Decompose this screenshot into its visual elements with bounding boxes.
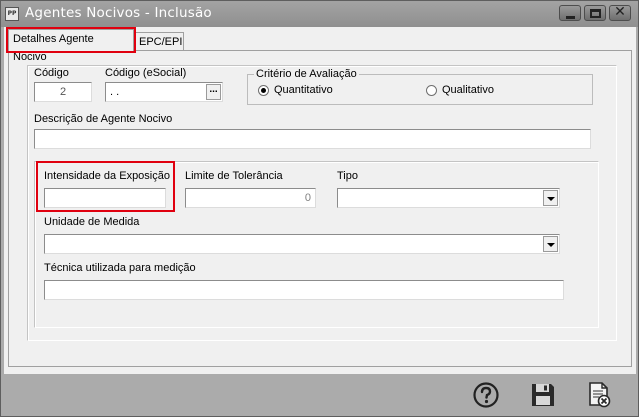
help-button[interactable] — [471, 380, 501, 410]
descricao-field[interactable] — [34, 129, 591, 149]
chevron-down-icon — [547, 243, 555, 247]
chevron-down-icon — [547, 197, 555, 201]
codigo-field[interactable] — [34, 82, 92, 102]
app-icon: PP — [5, 7, 19, 21]
intensidade-label: Intensidade da Exposição — [44, 170, 170, 182]
tipo-select[interactable] — [337, 188, 560, 208]
tab-detalhes-agente-nocivo[interactable]: Detalhes Agente Nocivo — [8, 29, 134, 63]
minimize-icon — [566, 16, 575, 19]
criterio-avaliacao-group: Critério de Avaliação Quantitativo Quali… — [247, 68, 593, 105]
maximize-icon — [590, 9, 601, 18]
unidade-label: Unidade de Medida — [44, 216, 140, 228]
maximize-button[interactable] — [584, 5, 606, 21]
codigo-label: Código — [34, 67, 69, 79]
tab-epc-epi[interactable]: EPC/EPI — [134, 32, 184, 51]
app-window: PP Agentes Nocivos - Inclusão ✕ Detalhes… — [0, 0, 639, 417]
limite-label: Limite de Tolerância — [185, 170, 283, 182]
radio-quantitativo-label[interactable]: Quantitativo — [274, 84, 333, 96]
codigo-esocial-value: . . — [110, 86, 120, 98]
save-button[interactable] — [528, 380, 558, 410]
tipo-label: Tipo — [337, 170, 358, 182]
limite-field[interactable]: 0 — [185, 188, 316, 208]
title-bar[interactable]: PP Agentes Nocivos - Inclusão ✕ — [1, 1, 638, 27]
close-button[interactable]: ✕ — [609, 4, 631, 21]
codigo-esocial-field[interactable]: . . ... — [105, 82, 223, 102]
close-icon: ✕ — [614, 4, 626, 20]
radio-qualitativo[interactable] — [426, 85, 437, 96]
save-icon — [532, 384, 554, 406]
window-title: Agentes Nocivos - Inclusão — [25, 5, 212, 21]
radio-quantitativo[interactable] — [258, 85, 269, 96]
tab-page-detalhes: Código Código (eSocial) . . ... Critério… — [8, 50, 632, 367]
client-area: Detalhes Agente Nocivo EPC/EPI Código Có… — [4, 27, 636, 374]
unidade-select[interactable] — [44, 234, 560, 254]
codigo-esocial-lookup-button[interactable]: ... — [206, 84, 221, 100]
tecnica-field[interactable] — [44, 280, 564, 300]
unidade-dropdown-button[interactable] — [543, 236, 558, 252]
help-icon — [473, 382, 499, 408]
radio-qualitativo-label[interactable]: Qualitativo — [442, 84, 494, 96]
tipo-dropdown-button[interactable] — [543, 190, 558, 206]
minimize-button[interactable] — [559, 5, 581, 21]
intensidade-field[interactable] — [44, 188, 166, 208]
bottom-toolbar — [4, 374, 636, 416]
cancel-document-icon — [589, 382, 611, 408]
tecnica-label: Técnica utilizada para medição — [44, 262, 196, 274]
codigo-esocial-label: Código (eSocial) — [105, 67, 187, 79]
cancel-button[interactable] — [584, 380, 614, 410]
descricao-label: Descrição de Agente Nocivo — [34, 113, 173, 125]
criterio-avaliacao-legend: Critério de Avaliação — [254, 68, 359, 80]
